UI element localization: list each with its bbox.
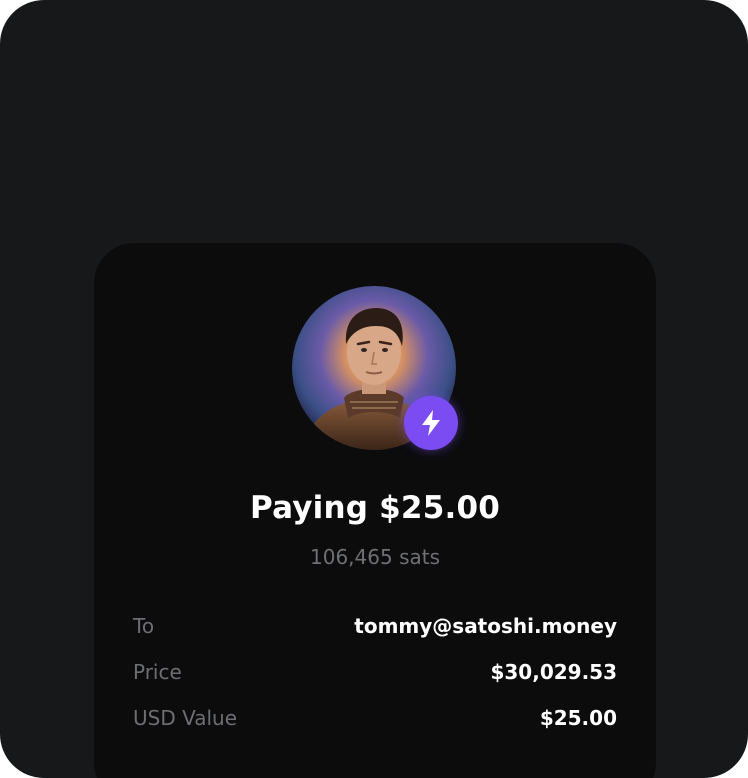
price-value: $30,029.53 xyxy=(490,660,617,684)
detail-label: To xyxy=(133,614,155,638)
lightning-badge xyxy=(404,396,458,450)
sats-amount: 106,465 sats xyxy=(310,545,440,569)
detail-row-usd-value: USD Value $25.00 xyxy=(133,704,617,732)
lightning-bolt-icon xyxy=(422,410,440,436)
payment-title: Paying $25.00 xyxy=(250,490,500,526)
recipient-avatar-group xyxy=(292,286,458,450)
detail-label: USD Value xyxy=(133,706,238,730)
detail-row-to: To tommy@satoshi.money xyxy=(133,612,617,640)
detail-row-price: Price $30,029.53 xyxy=(133,658,617,686)
detail-label: Price xyxy=(133,660,182,684)
usd-value: $25.00 xyxy=(539,706,617,730)
recipient-address: tommy@satoshi.money xyxy=(354,614,617,638)
app-screen: Paying $25.00 106,465 sats To tommy@sato… xyxy=(0,0,748,778)
